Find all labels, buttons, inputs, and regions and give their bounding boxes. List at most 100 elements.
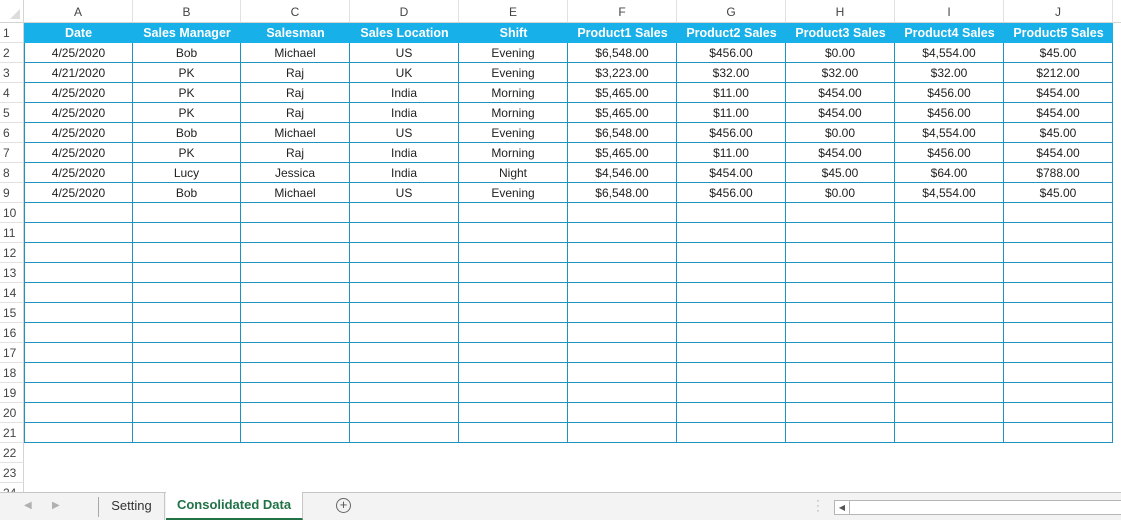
table-cell[interactable] xyxy=(677,363,786,383)
table-cell[interactable] xyxy=(1004,223,1113,243)
table-cell[interactable] xyxy=(1004,383,1113,403)
table-cell[interactable]: $4,546.00 xyxy=(568,163,677,183)
table-cell[interactable] xyxy=(24,263,133,283)
table-cell[interactable] xyxy=(241,223,350,243)
table-cell[interactable]: $454.00 xyxy=(677,163,786,183)
column-header-i[interactable]: I xyxy=(895,0,1004,23)
table-cell[interactable]: $456.00 xyxy=(895,83,1004,103)
row-header-18[interactable]: 18 xyxy=(0,363,24,383)
table-cell[interactable] xyxy=(24,383,133,403)
table-cell[interactable] xyxy=(133,403,241,423)
table-cell[interactable] xyxy=(568,223,677,243)
table-cell[interactable] xyxy=(786,303,895,323)
row-header-4[interactable]: 4 xyxy=(0,83,24,103)
table-cell[interactable]: 4/25/2020 xyxy=(24,143,133,163)
table-cell[interactable] xyxy=(1004,403,1113,423)
table-cell[interactable] xyxy=(786,383,895,403)
table-cell[interactable] xyxy=(895,303,1004,323)
table-cell[interactable]: 4/25/2020 xyxy=(24,103,133,123)
table-cell[interactable] xyxy=(24,323,133,343)
table-cell[interactable] xyxy=(568,303,677,323)
table-cell[interactable] xyxy=(350,403,459,423)
table-cell[interactable] xyxy=(568,263,677,283)
row-header-17[interactable]: 17 xyxy=(0,343,24,363)
table-cell[interactable]: UK xyxy=(350,63,459,83)
row-header-3[interactable]: 3 xyxy=(0,63,24,83)
table-cell[interactable]: $212.00 xyxy=(1004,63,1113,83)
row-header-16[interactable]: 16 xyxy=(0,323,24,343)
table-cell[interactable]: $4,554.00 xyxy=(895,183,1004,203)
table-cell[interactable] xyxy=(459,223,568,243)
table-cell[interactable] xyxy=(241,343,350,363)
table-cell[interactable] xyxy=(1004,343,1113,363)
table-cell[interactable] xyxy=(568,363,677,383)
table-cell[interactable]: $454.00 xyxy=(1004,103,1113,123)
table-cell[interactable] xyxy=(24,283,133,303)
table-cell[interactable]: US xyxy=(350,43,459,63)
splitter-handle-icon[interactable]: · · · xyxy=(816,496,820,517)
column-header-k[interactable] xyxy=(1113,0,1121,23)
table-cell[interactable] xyxy=(568,343,677,363)
table-cell[interactable] xyxy=(786,223,895,243)
table-cell[interactable]: $0.00 xyxy=(786,43,895,63)
table-cell[interactable]: PK xyxy=(133,143,241,163)
horizontal-scrollbar[interactable]: ◀ xyxy=(834,500,1121,515)
table-cell[interactable] xyxy=(459,363,568,383)
table-cell[interactable]: 4/25/2020 xyxy=(24,123,133,143)
table-cell[interactable]: Raj xyxy=(241,143,350,163)
table-cell[interactable]: Evening xyxy=(459,43,568,63)
table-cell[interactable]: US xyxy=(350,183,459,203)
table-cell[interactable] xyxy=(895,263,1004,283)
table-cell[interactable]: $3,223.00 xyxy=(568,63,677,83)
table-cell[interactable]: Lucy xyxy=(133,163,241,183)
table-cell[interactable]: Morning xyxy=(459,83,568,103)
row-header-6[interactable]: 6 xyxy=(0,123,24,143)
table-cell[interactable]: Bob xyxy=(133,43,241,63)
table-cell[interactable]: 4/25/2020 xyxy=(24,183,133,203)
table-cell[interactable] xyxy=(241,323,350,343)
header-cell[interactable]: Product2 Sales xyxy=(677,23,786,43)
table-cell[interactable]: $456.00 xyxy=(677,123,786,143)
table-cell[interactable]: India xyxy=(350,143,459,163)
table-cell[interactable] xyxy=(241,243,350,263)
table-cell[interactable]: $4,554.00 xyxy=(895,123,1004,143)
row-header-5[interactable]: 5 xyxy=(0,103,24,123)
row-header-8[interactable]: 8 xyxy=(0,163,24,183)
column-header-c[interactable]: C xyxy=(241,0,350,23)
table-cell[interactable]: PK xyxy=(133,103,241,123)
row-header-22[interactable]: 22 xyxy=(0,443,24,463)
table-cell[interactable] xyxy=(568,323,677,343)
table-cell[interactable] xyxy=(895,403,1004,423)
table-cell[interactable]: $6,548.00 xyxy=(568,123,677,143)
table-cell[interactable]: 4/25/2020 xyxy=(24,43,133,63)
tab-consolidated-data[interactable]: Consolidated Data xyxy=(166,492,303,520)
table-cell[interactable]: $456.00 xyxy=(895,143,1004,163)
table-cell[interactable] xyxy=(895,243,1004,263)
table-cell[interactable] xyxy=(350,263,459,283)
table-cell[interactable]: $6,548.00 xyxy=(568,43,677,63)
table-cell[interactable] xyxy=(677,403,786,423)
table-cell[interactable] xyxy=(133,343,241,363)
table-cell[interactable] xyxy=(350,343,459,363)
select-all-button[interactable] xyxy=(0,0,24,23)
table-cell[interactable] xyxy=(459,203,568,223)
table-cell[interactable]: $64.00 xyxy=(895,163,1004,183)
table-cell[interactable]: $788.00 xyxy=(1004,163,1113,183)
table-cell[interactable]: $0.00 xyxy=(786,123,895,143)
row-header-7[interactable]: 7 xyxy=(0,143,24,163)
table-cell[interactable]: PK xyxy=(133,83,241,103)
column-header-f[interactable]: F xyxy=(568,0,677,23)
table-cell[interactable] xyxy=(1004,263,1113,283)
table-cell[interactable]: $456.00 xyxy=(677,183,786,203)
table-cell[interactable]: Evening xyxy=(459,183,568,203)
table-cell[interactable] xyxy=(1004,323,1113,343)
header-cell[interactable]: Product3 Sales xyxy=(786,23,895,43)
header-cell[interactable]: Shift xyxy=(459,23,568,43)
table-cell[interactable] xyxy=(568,283,677,303)
table-cell[interactable] xyxy=(568,203,677,223)
table-cell[interactable]: $456.00 xyxy=(677,43,786,63)
table-cell[interactable] xyxy=(895,223,1004,243)
table-cell[interactable] xyxy=(677,303,786,323)
table-cell[interactable] xyxy=(459,403,568,423)
table-cell[interactable] xyxy=(24,343,133,363)
